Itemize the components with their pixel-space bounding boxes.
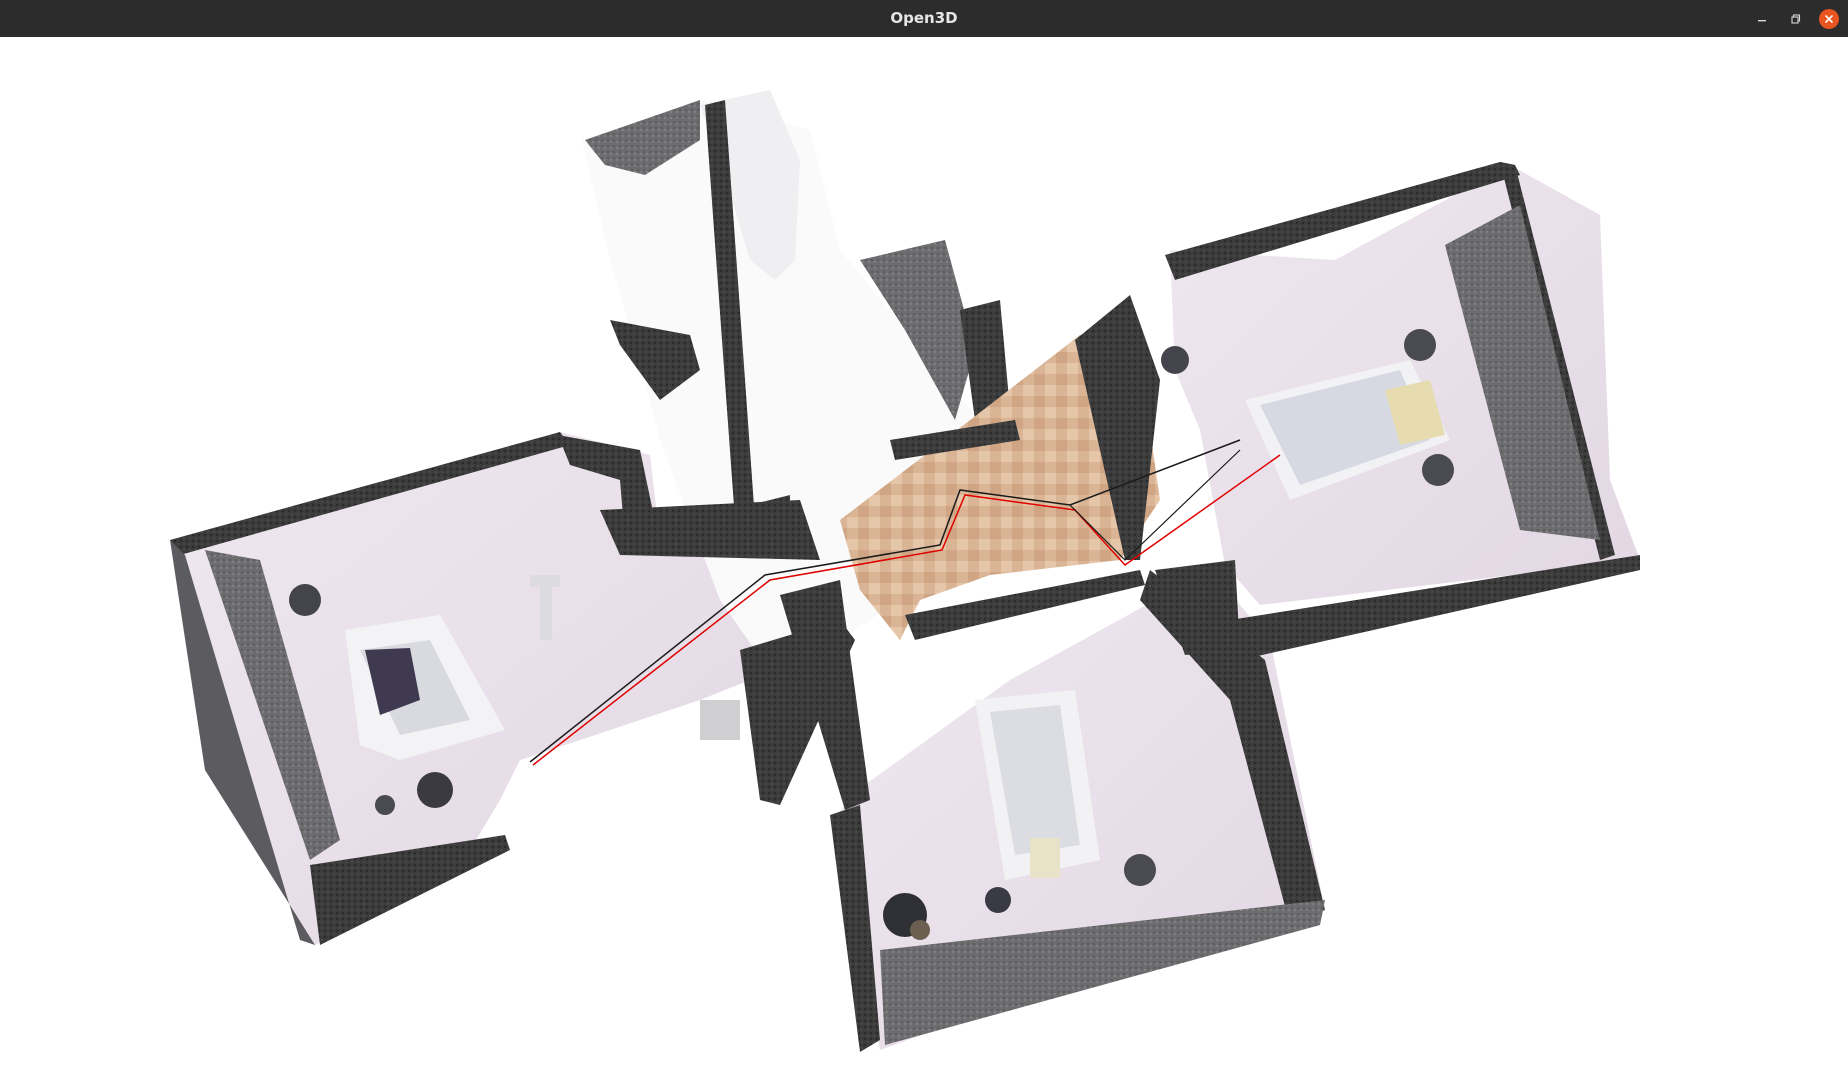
- close-icon: [1825, 15, 1833, 23]
- point-cloud-render: [170, 90, 1640, 1052]
- window-titlebar[interactable]: Open3D: [0, 0, 1848, 38]
- close-button[interactable]: [1819, 9, 1839, 29]
- window-title: Open3D: [890, 9, 958, 27]
- minimize-icon: [1758, 20, 1766, 22]
- minimize-button[interactable]: [1752, 9, 1772, 29]
- restore-button[interactable]: [1786, 9, 1806, 29]
- 3d-viewport[interactable]: [0, 37, 1848, 1080]
- restore-icon: [1791, 14, 1801, 24]
- room-right: [1155, 162, 1640, 660]
